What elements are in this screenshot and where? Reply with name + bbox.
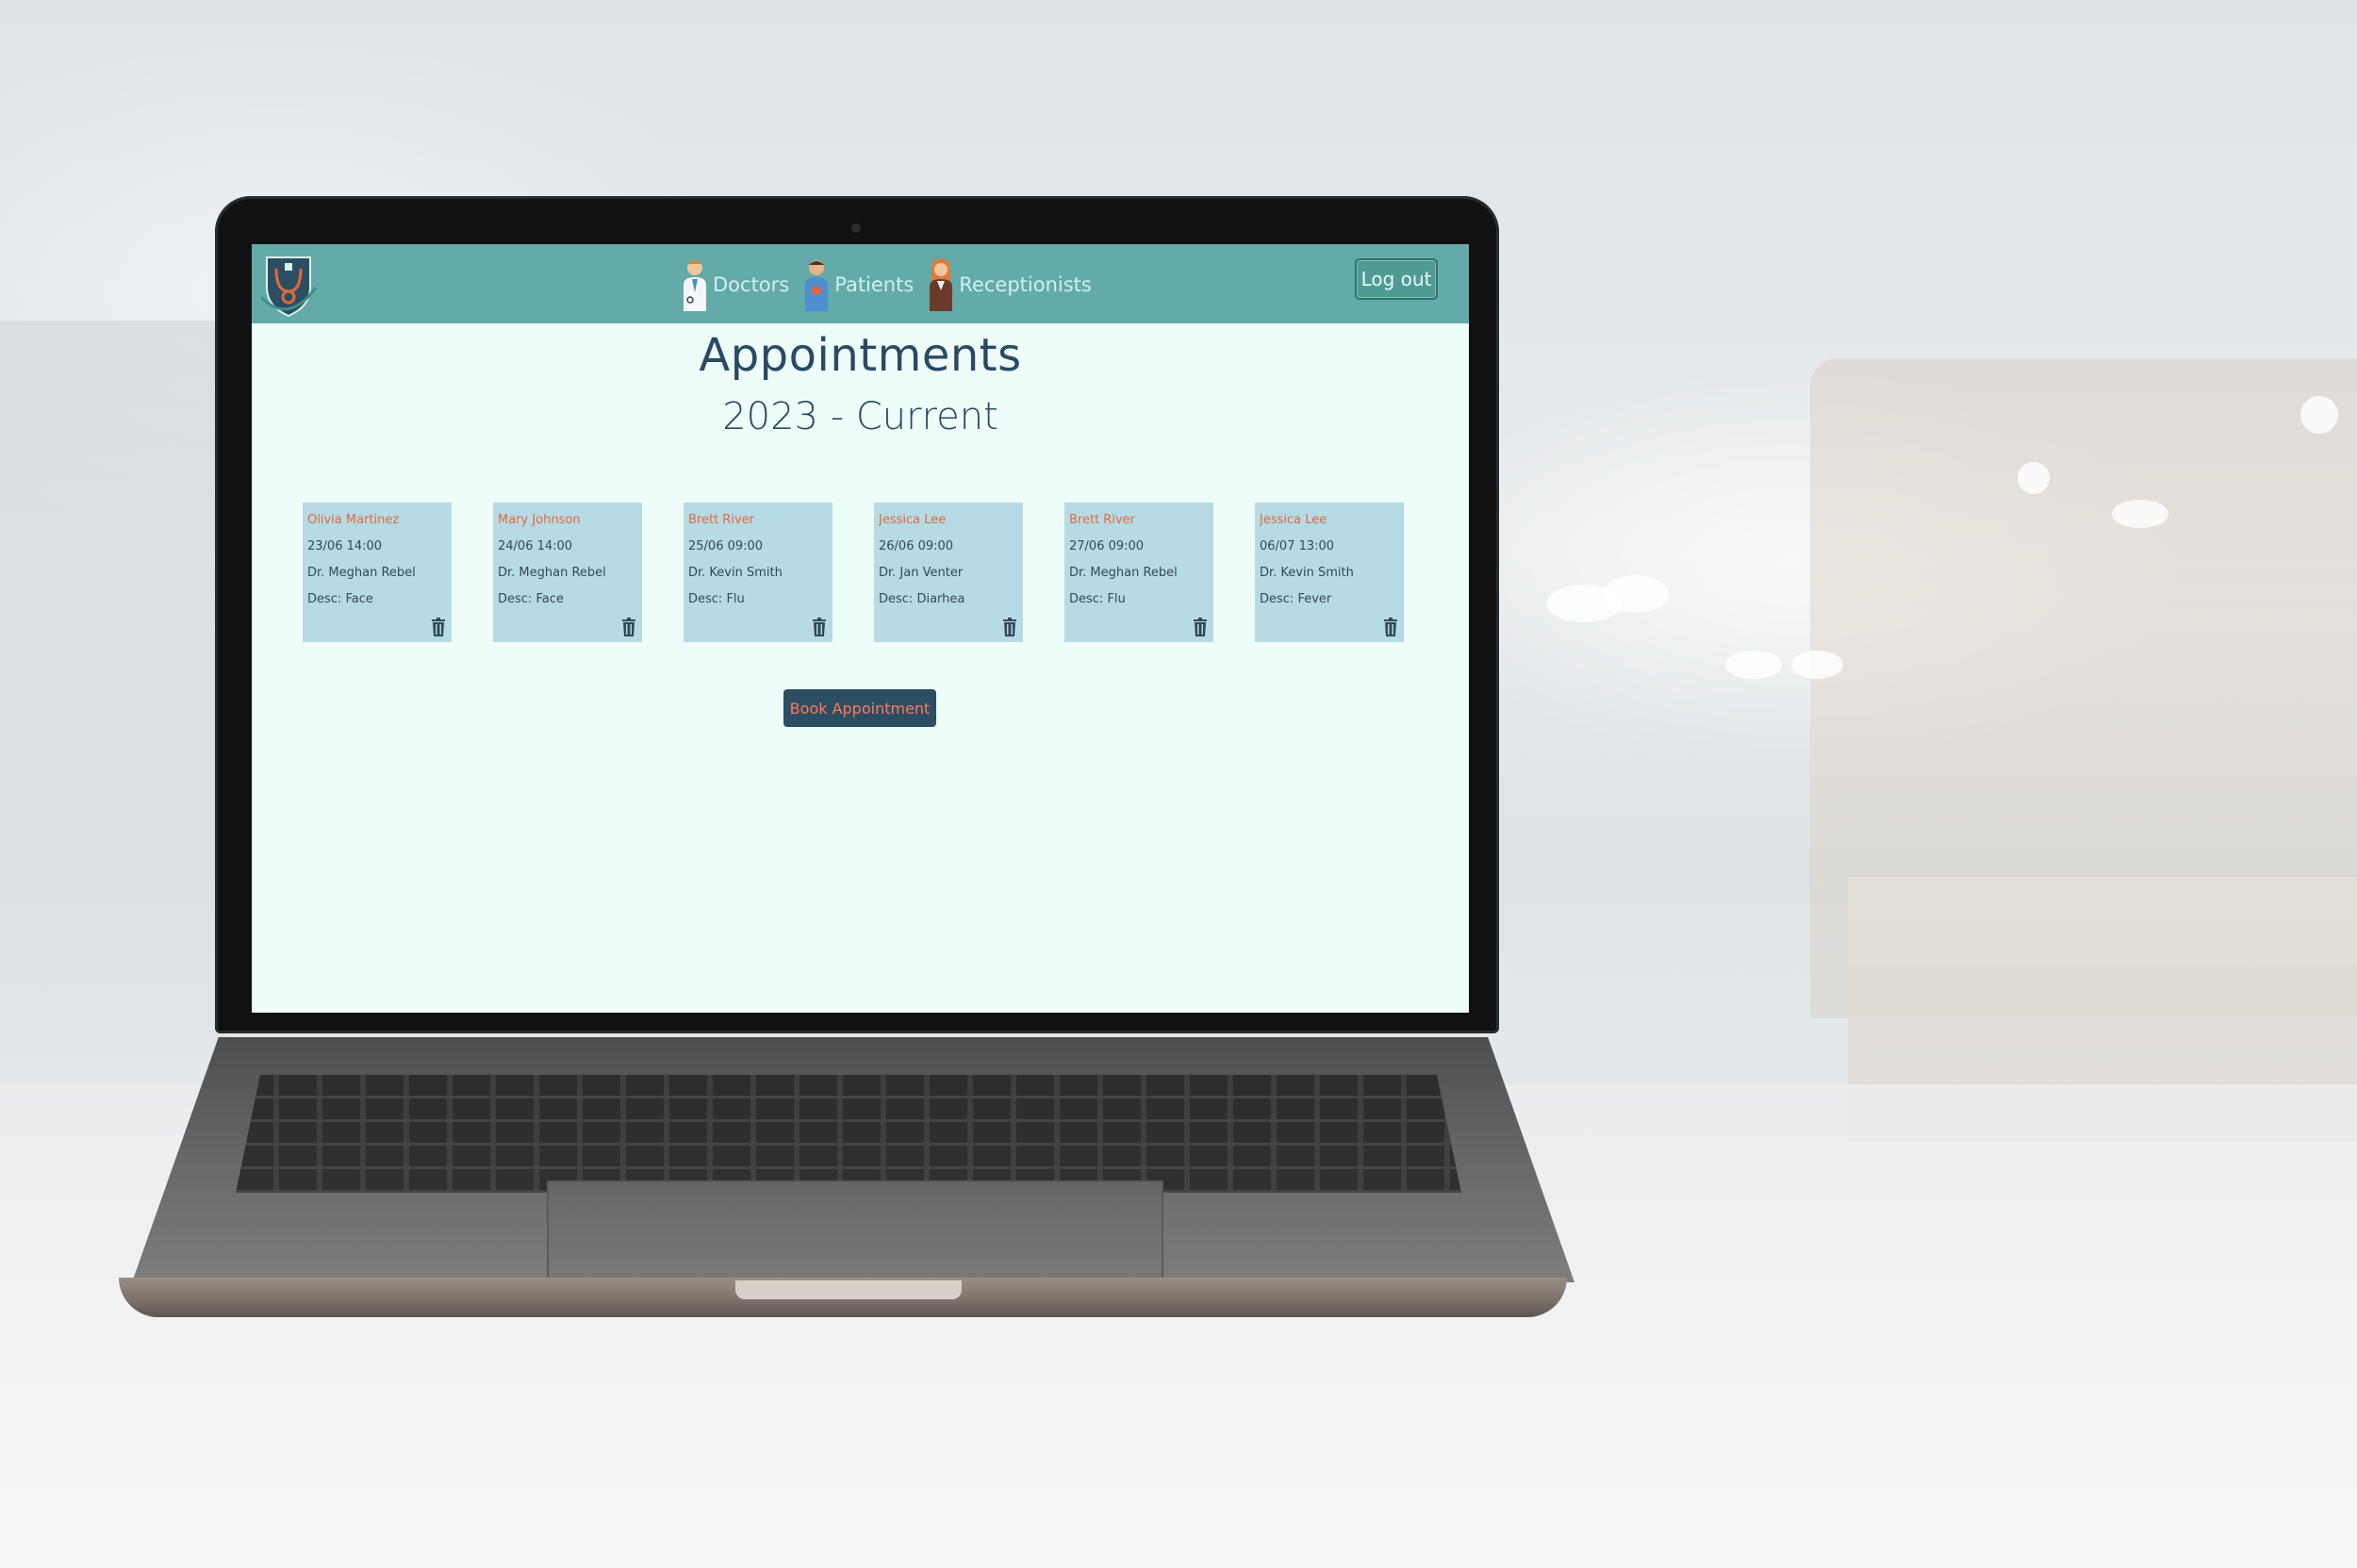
ceiling-light — [1603, 575, 1669, 613]
appointment-doctor: Dr. Jan Venter — [879, 566, 964, 580]
nav-links: Doctors Patients Receptionists — [681, 257, 1092, 312]
ceiling-light — [2300, 396, 2338, 434]
appointment-patient: Brett River — [1069, 513, 1135, 527]
background-wall-left — [0, 321, 226, 1056]
appointment-patient: Jessica Lee — [1260, 513, 1327, 527]
ceiling-light — [2018, 462, 2050, 494]
nav-patients-label: Patients — [834, 273, 915, 296]
appointment-card[interactable]: Olivia Martinez 23/06 14:00 Dr. Meghan R… — [303, 503, 452, 642]
delete-icon[interactable] — [621, 618, 636, 636]
appointment-card[interactable]: Jessica Lee 26/06 09:00 Dr. Jan Venter D… — [874, 503, 1023, 642]
delete-icon[interactable] — [1383, 618, 1398, 636]
book-appointment-button[interactable]: Book Appointment — [783, 689, 936, 727]
appointment-datetime: 23/06 14:00 — [307, 539, 383, 553]
appointment-datetime: 25/06 09:00 — [688, 539, 764, 553]
appointment-doctor: Dr. Meghan Rebel — [498, 566, 606, 580]
appointment-description: Desc: Flu — [688, 592, 745, 606]
appointment-card[interactable]: Jessica Lee 06/07 13:00 Dr. Kevin Smith … — [1255, 503, 1404, 642]
appointment-patient: Brett River — [688, 513, 754, 527]
appointment-description: Desc: Fever — [1260, 592, 1332, 606]
doctor-icon — [681, 258, 709, 311]
appointment-doctor: Dr. Meghan Rebel — [1069, 566, 1178, 580]
appointment-card[interactable]: Brett River 25/06 09:00 Dr. Kevin Smith … — [684, 503, 832, 642]
ceiling-light — [1791, 651, 1843, 679]
appointment-datetime: 26/06 09:00 — [879, 539, 954, 553]
ceiling-light — [2112, 500, 2168, 528]
appointment-card[interactable]: Mary Johnson 24/06 14:00 Dr. Meghan Rebe… — [493, 503, 642, 642]
nav-receptionists-label: Receptionists — [959, 273, 1092, 296]
ceiling-light — [1725, 651, 1782, 679]
nav-patients[interactable]: Patients — [802, 258, 914, 311]
camera-icon — [851, 223, 861, 233]
patient-icon — [802, 258, 831, 311]
appointment-datetime: 24/06 14:00 — [498, 539, 573, 553]
page-title: Appointments — [699, 329, 1022, 382]
page-subtitle: 2023 - Current — [722, 395, 998, 438]
nav-doctors[interactable]: Doctors — [681, 258, 789, 311]
appointment-doctor: Dr. Kevin Smith — [1260, 566, 1354, 580]
nav-receptionists[interactable]: Receptionists — [927, 258, 1092, 311]
appointment-card[interactable]: Brett River 27/06 09:00 Dr. Meghan Rebel… — [1064, 503, 1213, 642]
clinic-logo-icon[interactable] — [259, 250, 318, 318]
nav-doctors-label: Doctors — [713, 273, 790, 296]
laptop-trackpad — [547, 1180, 1163, 1286]
delete-icon[interactable] — [431, 618, 446, 636]
app-screen: Doctors Patients Receptionists Log out A… — [252, 244, 1469, 1013]
appointment-datetime: 27/06 09:00 — [1069, 539, 1145, 553]
appointment-patient: Olivia Martinez — [307, 513, 400, 527]
appointment-description: Desc: Face — [307, 592, 373, 606]
navbar: Doctors Patients Receptionists Log out — [252, 244, 1469, 323]
laptop-keyboard-rows — [236, 1075, 1461, 1193]
delete-icon[interactable] — [812, 618, 827, 636]
appointment-description: Desc: Flu — [1069, 592, 1126, 606]
appointment-patient: Mary Johnson — [498, 513, 581, 527]
appointment-cards: Olivia Martinez 23/06 14:00 Dr. Meghan R… — [303, 503, 1404, 642]
delete-icon[interactable] — [1193, 618, 1208, 636]
appointment-doctor: Dr. Meghan Rebel — [307, 566, 416, 580]
appointment-doctor: Dr. Kevin Smith — [688, 566, 783, 580]
laptop-notch — [735, 1280, 962, 1299]
appointment-patient: Jessica Lee — [879, 513, 947, 527]
appointment-description: Desc: Diarhea — [879, 592, 965, 606]
appointment-description: Desc: Face — [498, 592, 564, 606]
logout-button[interactable]: Log out — [1355, 258, 1438, 300]
appointment-datetime: 06/07 13:00 — [1260, 539, 1335, 553]
receptionist-icon — [927, 258, 955, 311]
delete-icon[interactable] — [1002, 618, 1017, 636]
